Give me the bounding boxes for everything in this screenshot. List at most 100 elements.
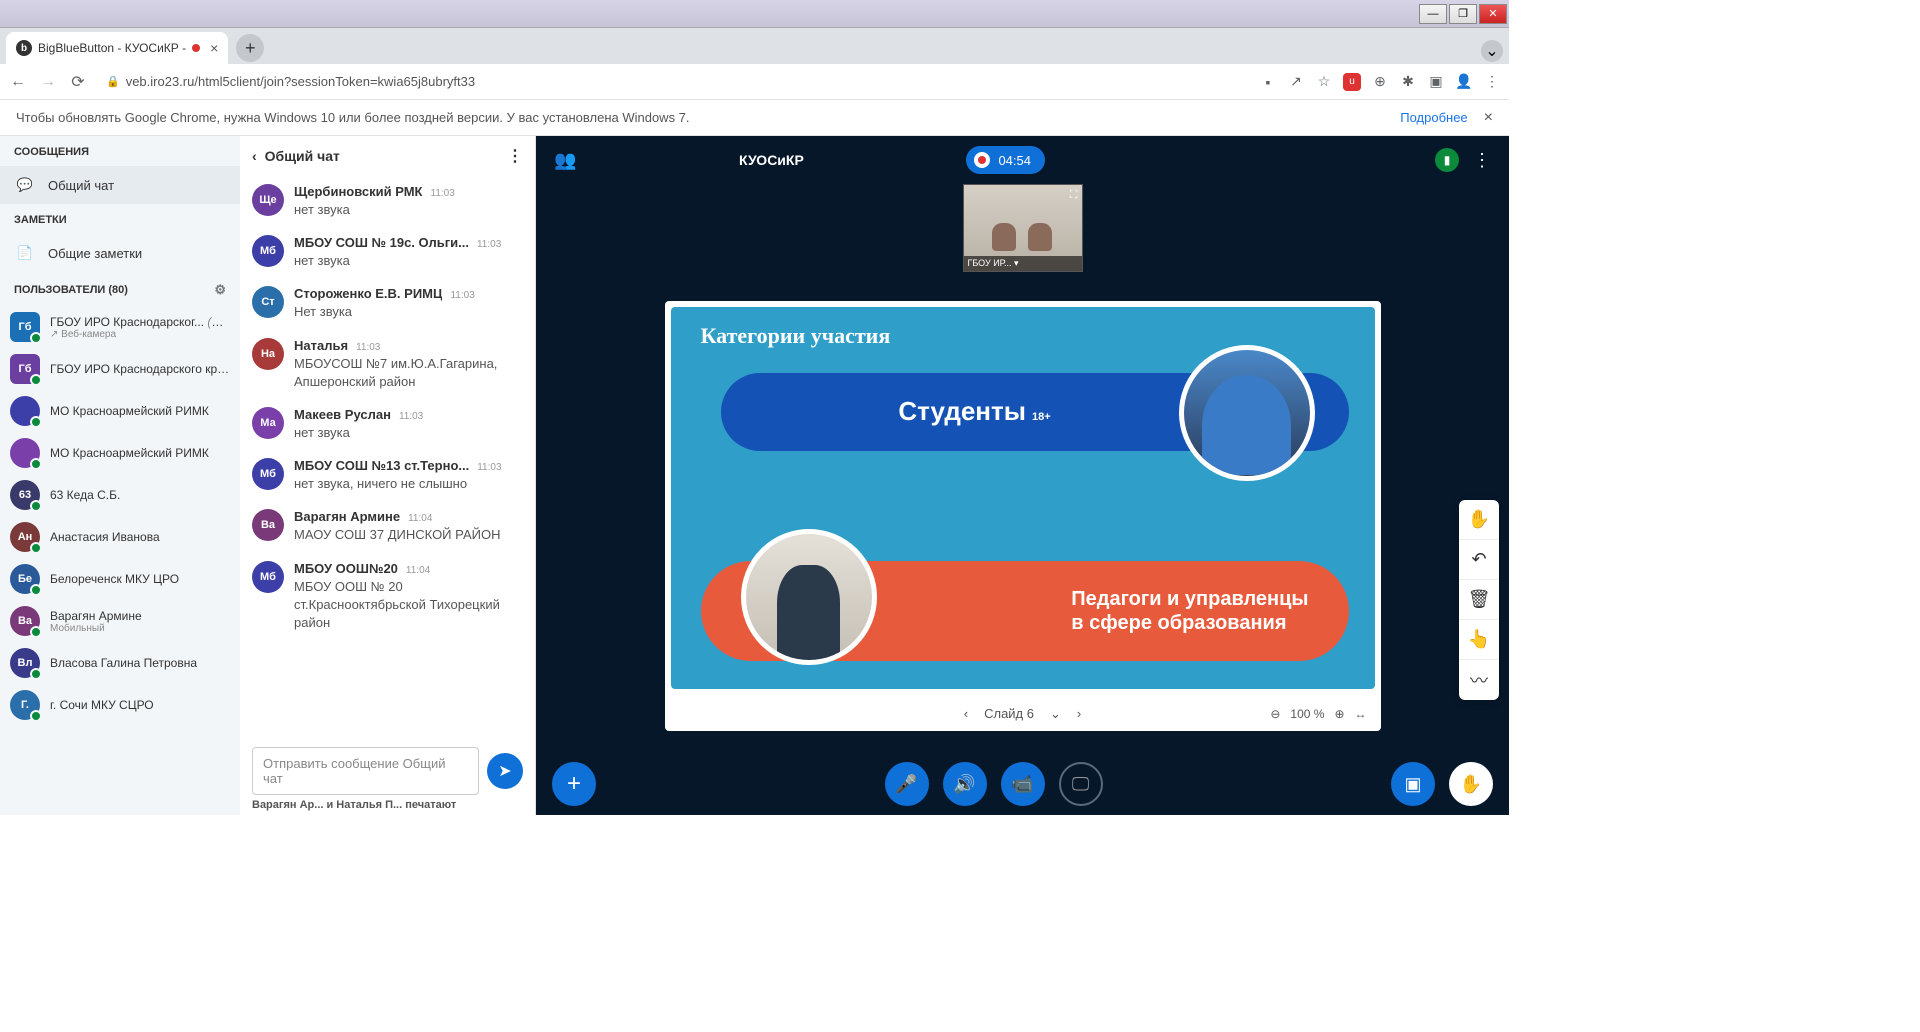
message-author: МБОУ СОШ №13 ст.Терно...	[294, 458, 469, 473]
prev-slide-icon[interactable]: ‹	[964, 706, 968, 721]
user-name: ГБОУ ИРО Краснодарског... (Вы)	[50, 315, 230, 329]
share-icon[interactable]: ↗	[1287, 73, 1305, 91]
chat-menu-icon[interactable]: ⋮	[507, 146, 523, 166]
main-topbar: 👥 КУОСиКР 04:54 ▮ ⋮	[536, 136, 1509, 184]
send-button[interactable]: ➤	[487, 753, 523, 789]
user-name: МО Красноармейский РИМК	[50, 446, 230, 460]
next-slide-icon[interactable]: ›	[1077, 706, 1081, 721]
actions-button[interactable]: +	[552, 762, 596, 806]
reload-button[interactable]: ⟳	[68, 72, 88, 92]
tab-close-icon[interactable]: ×	[210, 40, 218, 56]
message-time: 11:03	[431, 188, 455, 199]
public-chat-label: Общий чат	[48, 178, 114, 193]
user-row[interactable]: ГбГБОУ ИРО Краснодарского края	[0, 348, 240, 390]
message-time: 11:03	[356, 342, 380, 353]
record-icon	[974, 152, 990, 168]
minimize-button[interactable]: —	[1419, 4, 1447, 24]
globe-icon[interactable]: ⊕	[1371, 73, 1389, 91]
message-text: МБОУ ООШ № 20 ст.Краснооктябрьской Тихор…	[294, 578, 523, 633]
slide-content: Категории участия Студенты18+ Педагоги и…	[671, 307, 1375, 689]
pointer-tool-icon[interactable]: 👆	[1459, 620, 1499, 660]
webcam-thumbnail[interactable]: ⛶ ГБОУ ИР... ▾	[963, 184, 1083, 272]
audio-button[interactable]: 🔊	[943, 762, 987, 806]
user-name: г. Сочи МКУ СЦРО	[50, 698, 230, 712]
browser-tab[interactable]: b BigBlueButton - КУОСиКР - ×	[6, 32, 228, 64]
camera-indicator-icon[interactable]: ▪	[1259, 73, 1277, 91]
user-name: 63 Кеда С.Б.	[50, 488, 230, 502]
chat-message: МбМБОУ СОШ № 19с. Ольги...11:03нет звука	[252, 227, 523, 278]
extensions-icon[interactable]: ✱	[1399, 73, 1417, 91]
message-text: нет звука	[294, 201, 523, 219]
tab-favicon-icon: b	[16, 40, 32, 56]
users-settings-icon[interactable]: ⚙	[214, 282, 226, 298]
screenshare-button[interactable]: 🖵	[1059, 762, 1103, 806]
maximize-button[interactable]: ❐	[1449, 4, 1477, 24]
shared-notes-label: Общие заметки	[48, 246, 142, 261]
chat-back-icon[interactable]: ‹	[252, 148, 257, 164]
zoom-in-icon[interactable]: ⊕	[1334, 707, 1344, 721]
annotations-icon[interactable]: 〰	[1459, 660, 1499, 700]
minimize-presentation-button[interactable]: ▣	[1391, 762, 1435, 806]
fit-width-icon[interactable]: ↔	[1355, 707, 1367, 721]
slide-label[interactable]: Слайд 6	[984, 706, 1034, 721]
raise-hand-button[interactable]: ✋	[1449, 762, 1493, 806]
webcam-fullscreen-icon[interactable]: ⛶	[1070, 189, 1078, 202]
forward-button[interactable]: →	[38, 72, 58, 92]
new-tab-button[interactable]: +	[236, 34, 264, 62]
users-header: ПОЛЬЗОВАТЕЛИ (80) ⚙	[0, 272, 240, 306]
chrome-info-bar: Чтобы обновлять Google Chrome, нужна Win…	[0, 100, 1509, 136]
shared-notes-item[interactable]: 📄 Общие заметки	[0, 234, 240, 272]
url-field[interactable]: 🔒 veb.iro23.ru/html5client/join?sessionT…	[98, 74, 1249, 89]
hand-tool-icon[interactable]: ✋	[1459, 500, 1499, 540]
message-text: Нет звука	[294, 303, 523, 321]
user-avatar: Гб	[10, 312, 40, 342]
info-bar-close-icon[interactable]: ×	[1484, 109, 1493, 127]
users-toggle-icon[interactable]: 👥	[554, 150, 576, 171]
slide-navigation: ‹ Слайд 6 ⌄ › ⊖ 100 % ⊕ ↔	[665, 697, 1381, 731]
webcam-button[interactable]: 📹	[1001, 762, 1045, 806]
user-name: ГБОУ ИРО Краснодарского края	[50, 362, 230, 376]
action-bar: + 🎤 🔊 📹 🖵 ▣ ✋	[536, 753, 1509, 815]
user-row[interactable]: МО Красноармейский РИМК	[0, 390, 240, 432]
browser-menu-icon[interactable]: ⋮	[1483, 73, 1501, 91]
user-avatar: Бе	[10, 564, 40, 594]
chat-input[interactable]: Отправить сообщение Общий чат	[252, 747, 479, 795]
address-bar: ← → ⟳ 🔒 veb.iro23.ru/html5client/join?se…	[0, 64, 1509, 100]
mute-button[interactable]: 🎤	[885, 762, 929, 806]
options-menu-icon[interactable]: ⋮	[1473, 150, 1491, 171]
back-button[interactable]: ←	[8, 72, 28, 92]
user-row[interactable]: МО Красноармейский РИМК	[0, 432, 240, 474]
message-avatar: Ва	[252, 509, 284, 541]
info-bar-more-link[interactable]: Подробнее	[1400, 110, 1467, 125]
user-row[interactable]: АнАнастасия Иванова	[0, 516, 240, 558]
bookmark-icon[interactable]: ☆	[1315, 73, 1333, 91]
slide-dropdown-icon[interactable]: ⌄	[1050, 706, 1061, 722]
close-window-button[interactable]: ✕	[1479, 4, 1507, 24]
room-title: КУОСиКР	[590, 152, 952, 168]
profile-icon[interactable]: 👤	[1455, 73, 1473, 91]
undo-icon[interactable]: ↶	[1459, 540, 1499, 580]
recording-pill[interactable]: 04:54	[966, 146, 1045, 174]
whiteboard-toolbar: ✋ ↶ 🗑 👆 〰	[1459, 500, 1499, 700]
user-row[interactable]: ГбГБОУ ИРО Краснодарског... (Вы)↗ Веб-ка…	[0, 306, 240, 348]
user-row[interactable]: ВаВарагян АрминеМобильный	[0, 600, 240, 642]
chat-messages[interactable]: ЩеЩербиновский РМК11:03нет звукаМбМБОУ С…	[240, 176, 535, 739]
delete-icon[interactable]: 🗑	[1459, 580, 1499, 620]
message-author: Макеев Руслан	[294, 407, 391, 422]
message-text: нет звука, ничего не слышно	[294, 475, 523, 493]
sidepanel-icon[interactable]: ▣	[1427, 73, 1445, 91]
chat-message: НаНаталья11:03МБОУСОШ №7 им.Ю.А.Гагарина…	[252, 330, 523, 399]
tab-list-button[interactable]: ⌄	[1481, 40, 1503, 62]
public-chat-item[interactable]: 💬 Общий чат	[0, 166, 240, 204]
user-row[interactable]: ВлВласова Галина Петровна	[0, 642, 240, 684]
chat-message: ЩеЩербиновский РМК11:03нет звука	[252, 176, 523, 227]
zoom-level: 100 %	[1290, 707, 1324, 721]
user-row[interactable]: Г.г. Сочи МКУ СЦРО	[0, 684, 240, 726]
chat-message: ВаВарагян Армине11:04МАОУ СОШ 37 ДИНСКОЙ…	[252, 501, 523, 552]
zoom-out-icon[interactable]: ⊖	[1270, 707, 1280, 721]
user-avatar: Ан	[10, 522, 40, 552]
user-row[interactable]: БеБелореченск МКУ ЦРО	[0, 558, 240, 600]
user-row[interactable]: 6363 Кеда С.Б.	[0, 474, 240, 516]
ublock-icon[interactable]: u	[1343, 73, 1361, 91]
connection-status-icon[interactable]: ▮	[1435, 148, 1459, 172]
